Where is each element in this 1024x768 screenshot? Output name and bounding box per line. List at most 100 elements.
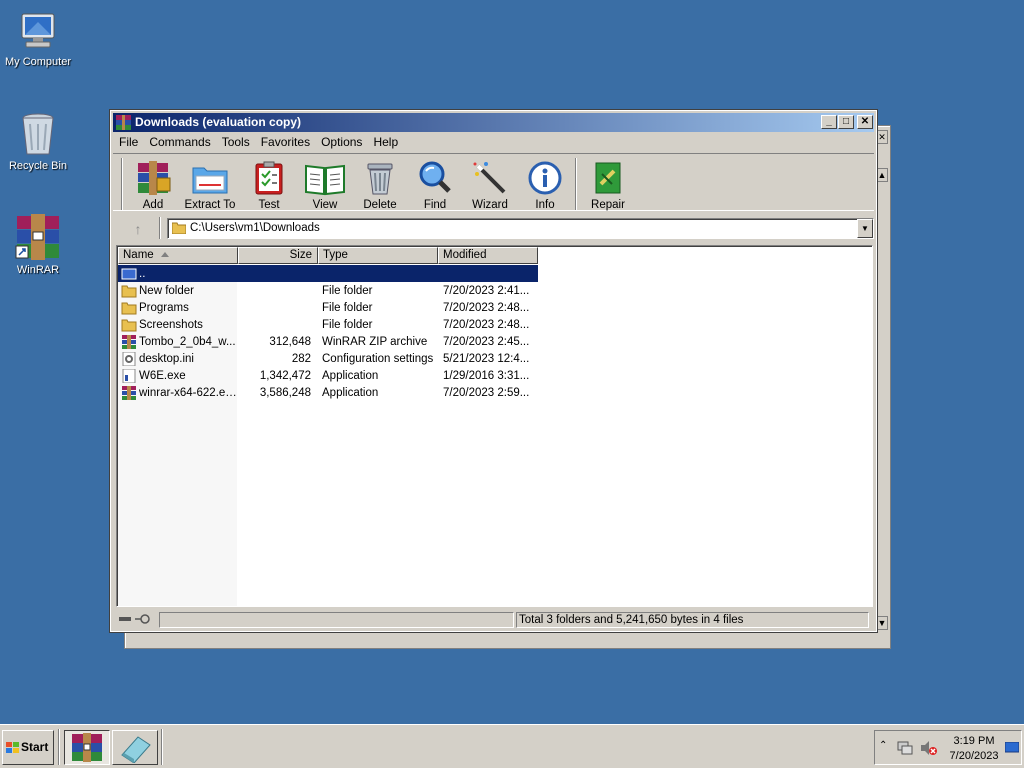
file-modified: 1/29/2016 3:31... (443, 369, 530, 382)
repair-kit-icon (595, 162, 621, 194)
window-title: Downloads (evaluation copy) (135, 115, 302, 129)
minimize-button[interactable]: _ (821, 115, 837, 129)
column-header-modified[interactable]: Modified (438, 247, 538, 264)
column-header-label: Modified (443, 249, 487, 261)
file-row[interactable]: desktop.ini 282 Configuration settings 5… (118, 350, 538, 367)
status-panel-left (159, 612, 514, 628)
desktop-icon-winrar[interactable]: WinRAR (0, 214, 76, 276)
file-type: Application (322, 386, 379, 399)
windows-logo-icon (6, 742, 19, 753)
winrar-icon (72, 733, 102, 762)
add-button[interactable]: Add (123, 160, 183, 211)
menu-commands[interactable]: Commands (149, 135, 210, 149)
start-label: Start (21, 740, 49, 754)
maximize-button[interactable]: □ (838, 115, 854, 129)
taskbar-button-winrar[interactable] (64, 730, 110, 765)
address-field[interactable]: C:\Users\vm1\Downloads ▼ (167, 218, 874, 239)
show-desktop-icon[interactable] (1005, 742, 1019, 754)
info-button[interactable]: Info (515, 160, 575, 211)
test-button[interactable]: Test (239, 160, 299, 211)
start-button[interactable]: Start (2, 730, 54, 765)
eraser-app-icon (121, 736, 151, 764)
file-row[interactable]: Programs File folder 7/20/2023 2:48... (118, 299, 538, 316)
file-type: Configuration settings (322, 352, 434, 365)
delete-button[interactable]: Delete (350, 160, 410, 211)
volume-muted-icon[interactable] (920, 740, 938, 756)
file-name: .. (139, 267, 146, 280)
file-rows: .. New folder File folder 7/20/2023 2:41… (118, 265, 538, 401)
clock-date: 7/20/2023 (949, 750, 999, 762)
file-type: Application (322, 369, 379, 382)
file-row[interactable]: Screenshots File folder 7/20/2023 2:48..… (118, 316, 538, 333)
column-header-type[interactable]: Type (318, 247, 438, 264)
column-header-name[interactable]: Name (118, 247, 238, 264)
info-label: Info (535, 199, 555, 211)
find-button[interactable]: Find (405, 160, 465, 211)
status-bar: Total 3 folders and 5,241,650 bytes in 4… (113, 611, 874, 629)
extract-to-button[interactable]: Extract To (180, 160, 240, 211)
desktop-icon-my-computer[interactable]: My Computer (0, 10, 76, 68)
file-name: Tombo_2_0b4_w... (139, 335, 236, 348)
desktop-icon-label: Recycle Bin (8, 160, 68, 172)
file-row[interactable]: W6E.exe 1,342,472 Application 1/29/2016 … (118, 367, 538, 384)
folder-icon (121, 319, 137, 331)
find-label: Find (423, 199, 447, 211)
file-size: 312,648 (269, 335, 311, 348)
file-row[interactable]: Tombo_2_0b4_w... 312,648 WinRAR ZIP arch… (118, 333, 538, 350)
taskbar-separator (161, 729, 163, 765)
menu-file[interactable]: File (119, 135, 138, 149)
drive-key-icons[interactable] (115, 612, 157, 628)
file-modified: 7/20/2023 2:45... (443, 335, 530, 348)
background-window-scroll-down[interactable]: ▼ (876, 616, 888, 630)
column-header-label: Name (123, 249, 154, 261)
test-clipboard-icon (255, 161, 283, 195)
system-tray: ⌃ 3:19 PM 7/20/2023 (874, 730, 1022, 765)
folder-icon (121, 285, 137, 297)
network-icon[interactable] (897, 741, 913, 755)
column-header-row: Name Size Type Modified (118, 247, 538, 264)
folder-icon (121, 302, 137, 314)
file-modified: 7/20/2023 2:59... (443, 386, 530, 399)
close-button[interactable]: ✕ (857, 115, 873, 129)
file-type: File folder (322, 301, 373, 314)
sort-ascending-icon (161, 252, 169, 257)
file-name: winrar-x64-622.exe (139, 386, 237, 399)
drive-key-icon (119, 614, 150, 624)
desktop-icon-recycle-bin[interactable]: Recycle Bin (0, 110, 76, 172)
delete-label: Delete (363, 199, 397, 211)
magnifier-icon (419, 161, 451, 193)
menu-options[interactable]: Options (321, 135, 362, 149)
up-button[interactable]: ↑ (123, 219, 153, 239)
status-summary: Total 3 folders and 5,241,650 bytes in 4… (516, 612, 869, 628)
repair-label: Repair (591, 199, 625, 211)
view-label: View (312, 199, 338, 211)
extract-to-label: Extract To (184, 199, 236, 211)
desktop-icon-label: My Computer (4, 56, 72, 68)
menu-tools[interactable]: Tools (222, 135, 250, 149)
application-icon (122, 368, 136, 383)
menu-favorites[interactable]: Favorites (261, 135, 310, 149)
address-dropdown-button[interactable]: ▼ (857, 219, 873, 238)
desktop-icon-label: WinRAR (16, 264, 60, 276)
file-row[interactable]: winrar-x64-622.exe 3,586,248 Application… (118, 384, 538, 401)
file-row[interactable]: New folder File folder 7/20/2023 2:41... (118, 282, 538, 299)
show-hidden-icons-chevron[interactable]: ⌃ (879, 740, 887, 751)
menu-help[interactable]: Help (373, 135, 398, 149)
background-window-scroll[interactable]: ▲ (876, 168, 888, 182)
column-header-size[interactable]: Size (238, 247, 318, 264)
file-row-parent[interactable]: .. (118, 265, 538, 282)
file-size: 1,342,472 (259, 369, 311, 382)
view-button[interactable]: View (295, 160, 355, 211)
taskbar-button-eraser[interactable] (112, 730, 158, 765)
clock[interactable]: 3:19 PM 7/20/2023 (941, 734, 1007, 764)
file-type: WinRAR ZIP archive (322, 335, 428, 348)
info-icon (528, 161, 562, 195)
menu-bar: File Commands Tools Favorites Options He… (113, 133, 874, 151)
title-bar[interactable]: Downloads (evaluation copy) _ □ ✕ (113, 113, 874, 132)
wizard-button[interactable]: Wizard (460, 160, 520, 211)
background-window-close[interactable]: ✕ (876, 130, 888, 144)
file-list[interactable]: Name Size Type Modified .. New folder Fi… (116, 245, 873, 607)
column-header-label: Type (323, 249, 348, 261)
repair-button[interactable]: Repair (578, 160, 638, 211)
file-modified: 7/20/2023 2:48... (443, 318, 530, 331)
